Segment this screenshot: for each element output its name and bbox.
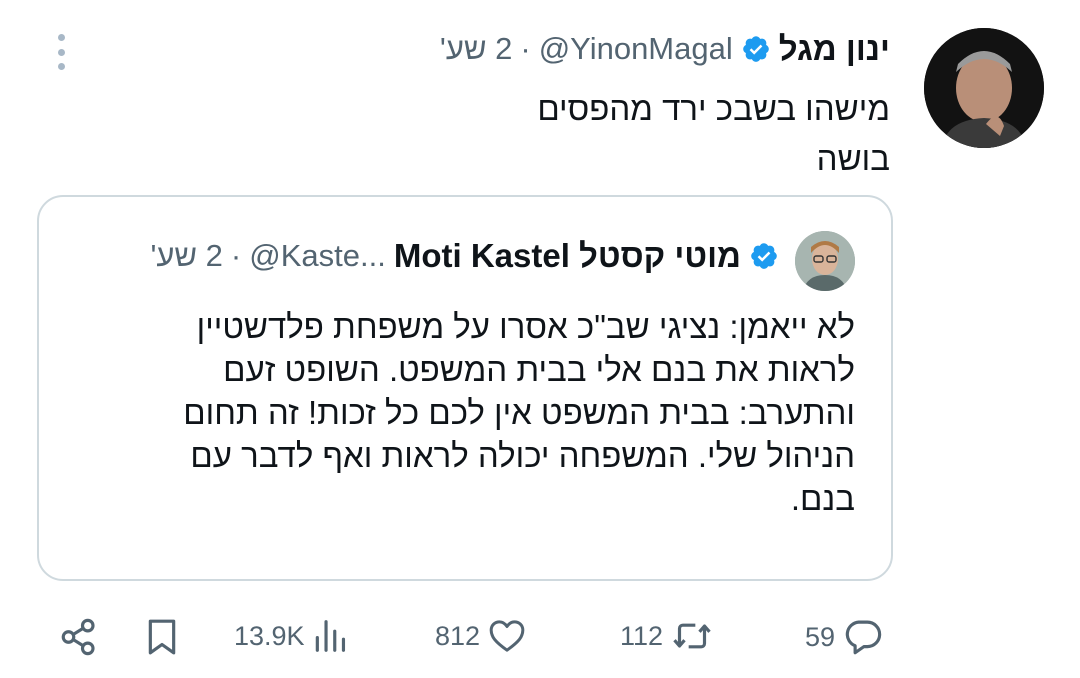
quoted-text-line: הניהול שלי. המשפחה יכולה לראות ואף לדבר … [190, 437, 855, 474]
like-button[interactable]: 812 [435, 616, 528, 656]
quoted-text-line: לא ייאמן: נציגי שב"כ אסרו על משפחת פלדשט… [196, 308, 855, 345]
like-icon [489, 620, 525, 652]
bookmark-button[interactable] [142, 616, 182, 658]
author-name[interactable]: ינון מגל [779, 30, 890, 68]
quoted-author-avatar[interactable] [795, 231, 855, 291]
share-icon [61, 618, 95, 656]
quoted-text-line: והתערב: בבית המשפט אין לכם כל זכות! זה ת… [183, 394, 855, 431]
tweet-header: ינון מגל @YinonMagal · 2 שע' [440, 30, 890, 68]
action-bar: 13.9K 812 112 59 [0, 608, 1080, 668]
quoted-verified-badge-icon [751, 243, 777, 269]
separator-dot: · [520, 31, 531, 66]
quoted-tweet-text: לא ייאמן: נציגי שב"כ אסרו על משפחת פלדשט… [95, 305, 855, 520]
repost-button[interactable]: 112 [620, 616, 715, 656]
quoted-tweet-card[interactable]: Moti Kastel מוטי קסטל @Kaste... · 2 שע' … [37, 195, 893, 581]
reply-count: 59 [805, 621, 836, 652]
reply-icon [845, 620, 882, 655]
views-icon [315, 620, 345, 652]
more-dot [57, 34, 65, 41]
reply-button[interactable]: 59 [805, 616, 885, 658]
tweet-time[interactable]: 2 שע' [440, 31, 512, 67]
repost-count: 112 [620, 620, 664, 651]
quoted-separator-dot: · [230, 238, 242, 273]
more-dot [57, 48, 65, 56]
views-count: 13.9K [234, 620, 305, 651]
quoted-avatar-photo [795, 231, 855, 291]
more-dot [57, 63, 65, 70]
quoted-tweet-time[interactable]: 2 שע' [150, 238, 222, 274]
repost-icon [673, 623, 711, 649]
bookmark-icon [148, 619, 176, 655]
quoted-text-line: לראות את בנם אלי בבית המשפט. השופט זעם [223, 351, 855, 388]
avatar-photo [924, 28, 1044, 148]
verified-badge-icon [742, 36, 769, 62]
more-options-button[interactable] [48, 30, 74, 74]
author-handle[interactable]: @YinonMagal [539, 31, 733, 67]
tweet-text-line: מישהו בשבכ ירד מהפסים [537, 90, 890, 127]
share-button[interactable] [58, 616, 100, 658]
quoted-author-handle[interactable]: @Kaste... [249, 238, 386, 274]
quoted-tweet-header: Moti Kastel מוטי קסטל @Kaste... · 2 שע' [150, 237, 779, 275]
author-avatar[interactable] [924, 28, 1044, 148]
tweet-text-line: בושה [816, 140, 890, 177]
views-button[interactable]: 13.9K [234, 616, 349, 656]
tweet-text: מישהו בשבכ ירד מהפסים בושה [290, 84, 890, 184]
quoted-author-name[interactable]: Moti Kastel מוטי קסטל [394, 237, 741, 275]
like-count: 812 [435, 620, 481, 651]
quoted-text-line: בנם. [790, 480, 855, 517]
